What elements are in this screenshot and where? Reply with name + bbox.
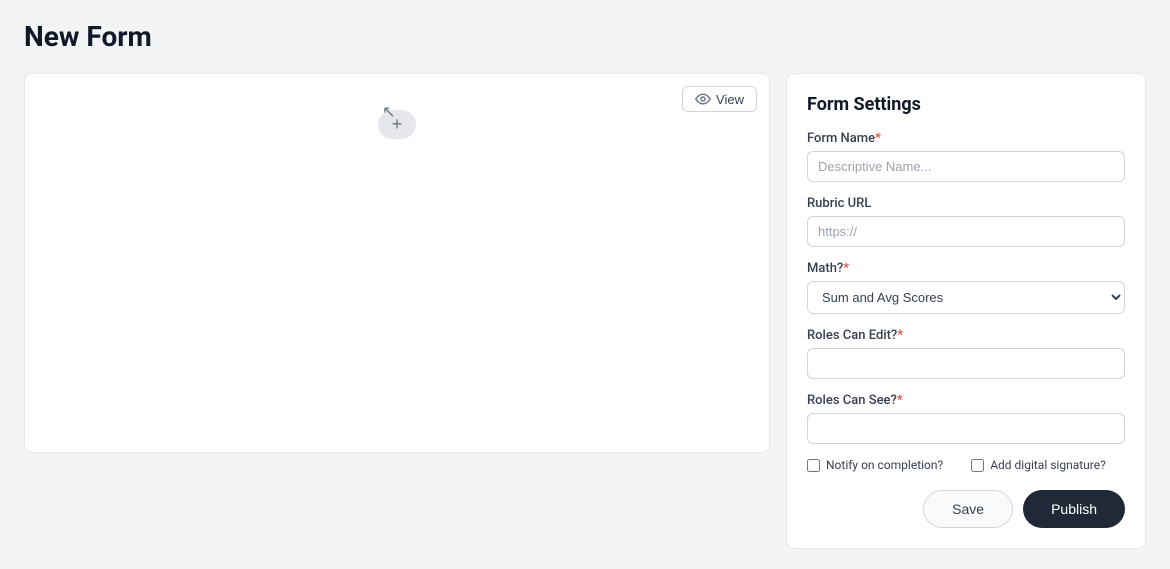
digital-sig-checkbox-label[interactable]: Add digital signature? (971, 458, 1106, 472)
notify-label: Notify on completion? (826, 458, 943, 472)
content-area: ↖ + View Form Settings Form Name* (24, 73, 1146, 549)
view-button[interactable]: View (682, 86, 757, 112)
roles-see-input[interactable] (807, 413, 1125, 444)
add-field-button[interactable]: + (378, 110, 417, 139)
eye-icon (695, 91, 711, 107)
roles-see-label: Roles Can See?* (807, 393, 1125, 408)
publish-button[interactable]: Publish (1023, 490, 1125, 528)
settings-title: Form Settings (807, 94, 1125, 115)
digital-sig-checkbox[interactable] (971, 459, 984, 472)
form-name-group: Form Name* (807, 131, 1125, 182)
plus-icon: + (392, 114, 403, 135)
roles-see-group: Roles Can See?* (807, 393, 1125, 444)
checkboxes-row: Notify on completion? Add digital signat… (807, 458, 1125, 472)
actions-row: Save Publish (807, 490, 1125, 528)
math-group: Math?* Sum and Avg Scores Sum Only Avg O… (807, 261, 1125, 314)
notify-checkbox[interactable] (807, 459, 820, 472)
form-canvas: ↖ + View (24, 73, 770, 453)
rubric-url-label: Rubric URL (807, 196, 1125, 211)
roles-edit-label: Roles Can Edit?* (807, 328, 1125, 343)
rubric-url-group: Rubric URL (807, 196, 1125, 247)
notify-checkbox-label[interactable]: Notify on completion? (807, 458, 943, 472)
view-button-label: View (716, 92, 744, 107)
rubric-url-input[interactable] (807, 216, 1125, 247)
math-select[interactable]: Sum and Avg Scores Sum Only Avg Only Non… (807, 281, 1125, 314)
form-name-input[interactable] (807, 151, 1125, 182)
roles-edit-input[interactable] (807, 348, 1125, 379)
page-title: New Form (24, 20, 1146, 53)
roles-edit-group: Roles Can Edit?* (807, 328, 1125, 379)
digital-sig-label: Add digital signature? (990, 458, 1106, 472)
settings-panel: Form Settings Form Name* Rubric URL Math… (786, 73, 1146, 549)
save-button[interactable]: Save (923, 490, 1013, 528)
form-name-label: Form Name* (807, 131, 1125, 146)
math-label: Math?* (807, 261, 1125, 276)
